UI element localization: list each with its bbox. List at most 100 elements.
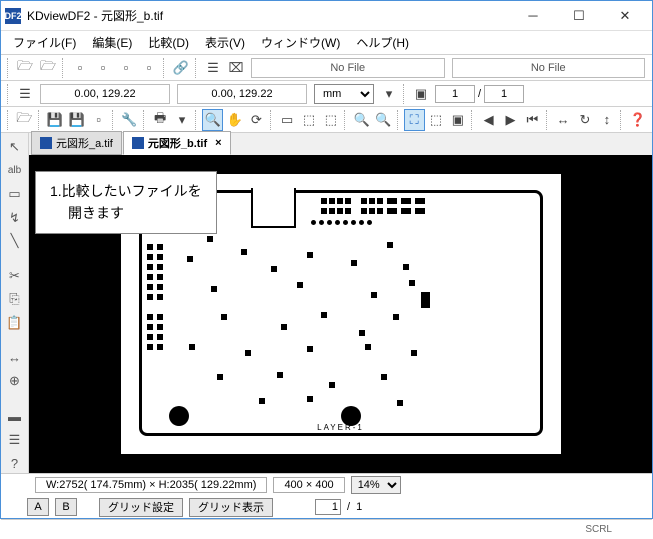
next-icon[interactable]: ▶ [500, 109, 521, 131]
rotate2-icon[interactable]: ↻ [575, 109, 596, 131]
file-slot-b: No File [452, 58, 646, 78]
width-icon[interactable]: ☰ [4, 430, 26, 450]
adjust-icon[interactable]: ⌧ [225, 57, 247, 79]
current-page[interactable] [315, 499, 341, 515]
total-pages [484, 85, 524, 103]
tab-file-a[interactable]: 元図形_a.tif [31, 131, 122, 155]
coord-display-1: 0.00, 129.22 [40, 84, 170, 104]
zoom-tool-icon[interactable]: 🔍 [202, 109, 223, 131]
dropdown-icon[interactable]: ▾ [378, 83, 400, 105]
grid-show-button[interactable]: グリッド表示 [189, 498, 273, 517]
prev-icon[interactable]: ◀ [478, 109, 499, 131]
font-icon[interactable]: ? [4, 454, 26, 474]
toolbar-coords: ☰ 0.00, 129.22 0.00, 129.22 mm ▾ ▣ / [1, 81, 652, 107]
status-bar-grid: A B グリッド設定 グリッド表示 / 1 [1, 495, 652, 519]
rewind-icon[interactable]: ⏮ [522, 109, 543, 131]
line-icon[interactable]: ╲ [4, 231, 26, 251]
grid-settings-button[interactable]: グリッド設定 [99, 498, 183, 517]
flip-h-icon[interactable]: ↔ [553, 109, 574, 131]
scroll-indicator: SCRL [585, 524, 612, 535]
bottom-status: SCRL [1, 519, 652, 539]
dimensions-display: W:2752( 174.75mm) × H:2035( 129.22mm) [35, 477, 267, 493]
dimension-icon[interactable]: ⊕ [4, 372, 26, 392]
tab-bar: 元図形_a.tif 元図形_b.tif × [29, 133, 652, 155]
paste-icon[interactable]: 📋 [4, 313, 26, 333]
settings-icon[interactable]: 🔧 [119, 109, 140, 131]
menu-view[interactable]: 表示(V) [199, 32, 251, 53]
menu-file[interactable]: ファイル(F) [7, 32, 82, 53]
menu-bar: ファイル(F) 編集(E) 比較(D) 表示(V) ウィンドウ(W) ヘルプ(H… [1, 31, 652, 55]
text-tool-icon[interactable]: alb [4, 161, 26, 181]
actual-size-icon[interactable]: ▣ [448, 109, 469, 131]
zoom-in-icon[interactable]: 🔍 [351, 109, 372, 131]
layers-icon[interactable]: ☰ [202, 57, 224, 79]
page2-icon[interactable]: ▫ [92, 57, 114, 79]
select-rect-icon[interactable]: ▭ [277, 109, 298, 131]
help-icon[interactable]: ❓ [627, 109, 648, 131]
select-region-icon[interactable]: ⬚ [299, 109, 320, 131]
instruction-tooltip: 1.比較したいファイルを 開きます [35, 171, 217, 234]
b-button[interactable]: B [55, 498, 77, 516]
tooltip-line1: 1.比較したいファイルを [50, 180, 202, 202]
main-view: 元図形_a.tif 元図形_b.tif × 1.比較したいファイルを 開きます [29, 133, 652, 473]
open-compare-icon[interactable]: 🗁 [37, 57, 59, 79]
vertical-toolbox: ↖ alb ▭ ↯ ╲ ✂ ⎘ 📋 ↔ ⊕ ▬ ☰ ? [1, 133, 29, 473]
status-bar-dims: W:2752( 174.75mm) × H:2035( 129.22mm) 40… [1, 473, 652, 495]
coord-display-2: 0.00, 129.22 [177, 84, 307, 104]
pan-tool-icon[interactable]: ✋ [224, 109, 245, 131]
tab-label-b: 元図形_b.tif [148, 135, 207, 151]
print-icon[interactable]: 🖶 [150, 109, 171, 131]
toolbar-tools: 🗁 💾 💾 ▫ 🔧 🖶 ▾ 🔍 ✋ ⟳ ▭ ⬚ ⬚ 🔍 🔍 ⛶ ⬚ ▣ ◀ ▶ … [1, 107, 652, 133]
overlay2-icon[interactable]: ▫ [138, 57, 160, 79]
page-input[interactable] [435, 85, 475, 103]
file-slot-a: No File [251, 58, 445, 78]
menu-edit[interactable]: 編集(E) [86, 32, 138, 53]
tab-label-a: 元図形_a.tif [56, 135, 113, 151]
content-area: ↖ alb ▭ ↯ ╲ ✂ ⎘ 📋 ↔ ⊕ ▬ ☰ ? 元図形_a.tif 元図… [1, 133, 652, 473]
color-icon[interactable]: ▬ [4, 406, 26, 426]
app-icon: DF2 [5, 8, 21, 24]
close-button[interactable]: ✕ [602, 1, 648, 31]
menu-window[interactable]: ウィンドウ(W) [255, 32, 346, 53]
rect-tool-icon[interactable]: ▭ [4, 184, 26, 204]
open-icon[interactable]: 🗁 [14, 57, 36, 79]
menu-help[interactable]: ヘルプ(H) [350, 32, 415, 53]
page-sep: / [347, 501, 350, 513]
window-title: KDviewDF2 - 元図形_b.tif [27, 7, 510, 24]
tab-close-icon[interactable]: × [211, 137, 221, 149]
print-dropdown-icon[interactable]: ▾ [172, 109, 193, 131]
ruler-icon[interactable]: ☰ [14, 83, 36, 105]
rotate-icon[interactable]: ⟳ [246, 109, 267, 131]
canvas[interactable]: 1.比較したいファイルを 開きます [29, 155, 652, 473]
minimize-button[interactable]: ─ [510, 1, 556, 31]
cut-icon[interactable]: ✂ [4, 266, 26, 286]
a-button[interactable]: A [27, 498, 49, 516]
save2-icon[interactable]: 💾 [66, 109, 87, 131]
overlay-icon[interactable]: ▫ [115, 57, 137, 79]
measure-icon[interactable]: ↔ [4, 348, 26, 368]
layer-label: LAYER-1 [317, 423, 364, 432]
tab-file-b[interactable]: 元図形_b.tif × [123, 131, 231, 155]
page-icon[interactable]: ▫ [69, 57, 91, 79]
zoom-out-icon[interactable]: 🔍 [373, 109, 394, 131]
copy-icon[interactable]: ▫ [88, 109, 109, 131]
tab-icon [40, 137, 52, 149]
open2-icon[interactable]: 🗁 [14, 109, 35, 131]
dpi-display: 400 × 400 [273, 477, 344, 493]
fit-icon[interactable]: ⛶ [404, 109, 425, 131]
pointer-icon[interactable]: ↖ [4, 137, 26, 157]
menu-compare[interactable]: 比較(D) [142, 32, 195, 53]
maximize-button[interactable]: ☐ [556, 1, 602, 31]
copy2-icon[interactable]: ⎘ [4, 290, 26, 310]
flip-v-icon[interactable]: ↕ [596, 109, 617, 131]
page-nav-icon[interactable]: ▣ [410, 83, 432, 105]
save-icon[interactable]: 💾 [45, 109, 66, 131]
toolbar-compare: 🗁 🗁 ▫ ▫ ▫ ▫ 🔗 ☰ ⌧ No File No File [1, 55, 652, 81]
tooltip-line2: 開きます [50, 202, 202, 224]
fit-width-icon[interactable]: ⬚ [426, 109, 447, 131]
link-icon[interactable]: 🔗 [170, 57, 192, 79]
select-icon[interactable]: ⬚ [320, 109, 341, 131]
unit-select[interactable]: mm [314, 84, 374, 104]
zoom-select[interactable]: 14% [351, 476, 401, 494]
pencil-icon[interactable]: ↯ [4, 208, 26, 228]
